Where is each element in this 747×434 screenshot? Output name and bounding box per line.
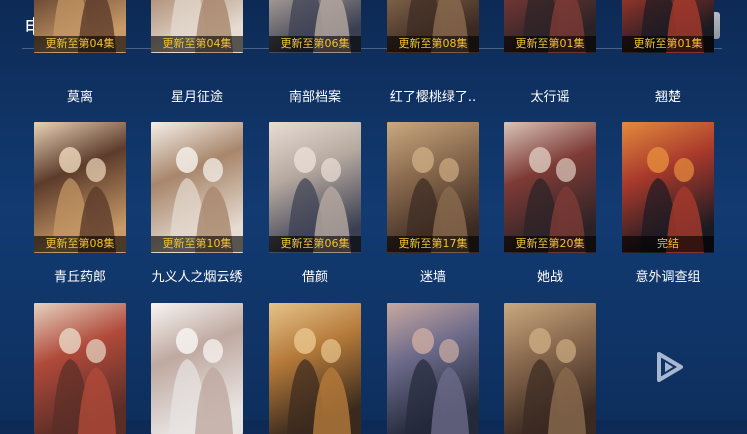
drama-poster[interactable]: 更新至第04集	[151, 0, 243, 53]
drama-poster[interactable]: 更新至第10集	[151, 122, 243, 253]
drama-poster[interactable]	[34, 303, 126, 434]
episode-badge: 更新至第04集	[151, 36, 243, 52]
episode-badge: 更新至第06集	[269, 236, 361, 252]
drama-poster[interactable]: 完结	[622, 122, 714, 253]
episode-badge: 更新至第20集	[504, 236, 596, 252]
drama-poster[interactable]: 更新至第17集	[387, 122, 479, 253]
drama-title: 意外调查组	[635, 270, 701, 285]
episode-badge: 更新至第04集	[34, 36, 126, 52]
drama-title: 星月征途	[170, 90, 223, 105]
drama-poster[interactable]	[387, 303, 479, 434]
drama-title: 翘楚	[654, 90, 681, 105]
episode-badge: 更新至第08集	[34, 236, 126, 252]
drama-poster[interactable]	[151, 303, 243, 434]
drama-poster[interactable]: 更新至第01集	[622, 0, 714, 53]
episode-badge: 更新至第08集	[387, 36, 479, 52]
drama-title: 她战	[536, 270, 563, 285]
drama-poster[interactable]: 更新至第20集	[504, 122, 596, 253]
drama-poster[interactable]: 更新至第01集	[504, 0, 596, 53]
drama-title: 红了樱桃绿了..	[389, 90, 477, 105]
drama-poster[interactable]	[269, 303, 361, 434]
episode-badge: 更新至第06集	[269, 36, 361, 52]
drama-title: 九义人之烟云绣	[151, 270, 243, 285]
drama-poster[interactable]: 更新至第08集	[34, 122, 126, 253]
play-logo-icon	[657, 352, 683, 382]
drama-title: 青丘药郎	[53, 270, 106, 285]
episode-badge: 更新至第01集	[622, 36, 714, 52]
drama-poster[interactable]: 更新至第08集	[387, 0, 479, 53]
drama-grid: 更新至第04集 莫离 更新至第04集 星月征途 更新至第06集 南部档案 更新至第08集 红了…	[0, 0, 747, 434]
episode-badge: 完结	[622, 236, 714, 252]
drama-title: 太行谣	[530, 90, 570, 105]
episode-badge: 更新至第01集	[504, 36, 596, 52]
drama-poster[interactable]	[504, 303, 596, 434]
drama-poster[interactable]: 更新至第04集	[34, 0, 126, 53]
drama-title: 借颜	[301, 270, 328, 285]
drama-title: 南部档案	[288, 90, 341, 105]
episode-badge: 更新至第10集	[151, 236, 243, 252]
drama-title: 迷墙	[419, 270, 446, 285]
drama-title: 莫离	[66, 90, 93, 105]
drama-poster[interactable]: 更新至第06集	[269, 122, 361, 253]
drama-poster[interactable]: 更新至第06集	[269, 0, 361, 53]
episode-badge: 更新至第17集	[387, 236, 479, 252]
